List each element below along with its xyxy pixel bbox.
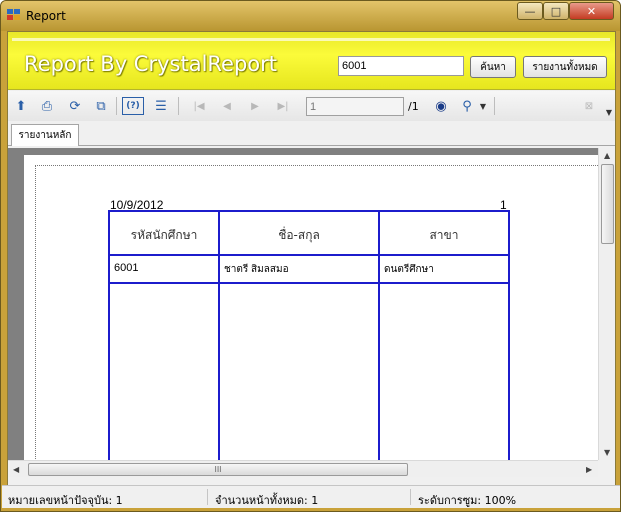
page-total-label: /1 <box>408 100 419 113</box>
page-title: Report By CrystalReport <box>24 52 278 76</box>
report-page: 10/9/2012 1 รหัสนักศึกษา ชื่อ-สกุล สาขา … <box>24 155 598 460</box>
column-header: สาขา <box>429 228 459 242</box>
header-divider <box>12 38 610 41</box>
column-header: รหัสนักศึกษา <box>130 228 198 242</box>
report-tabs: รายงานหลัก <box>8 122 615 146</box>
close-icon: ✕ <box>586 4 597 18</box>
first-page-icon[interactable]: |◀ <box>190 97 208 115</box>
table-line <box>108 282 510 284</box>
close-view-icon[interactable]: ⊠ <box>580 97 598 115</box>
status-divider <box>410 489 411 505</box>
last-page-icon[interactable]: ▶| <box>274 97 292 115</box>
zoom-level-status: ระดับการซูม: 100% <box>418 494 517 507</box>
scroll-right-icon[interactable]: ▶ <box>586 465 592 474</box>
refresh-icon[interactable]: ⟳ <box>66 97 84 115</box>
export-icon[interactable]: ⬆ <box>12 97 30 115</box>
vertical-scroll-thumb[interactable] <box>601 164 614 244</box>
scroll-down-icon[interactable]: ▼ <box>604 448 610 457</box>
app-icon <box>7 9 20 20</box>
table-line <box>218 210 220 460</box>
viewer-toolbar: ⬆ ⎙ ⟳ ⧉ (?) ☰ |◀ ◀ ▶ ▶| /1 ◉ ⚲ ▼ ⊠ ▼ <box>8 91 615 121</box>
table-line <box>108 254 510 256</box>
print-icon[interactable]: ⎙ <box>38 97 56 115</box>
minimize-icon: — <box>524 4 536 18</box>
tab-main-report[interactable]: รายงานหลัก <box>11 124 79 146</box>
search-button[interactable]: ค้นหา <box>470 56 516 78</box>
table-line <box>508 210 510 460</box>
current-page-status: หมายเลขหน้าปัจจุบัน: 1 <box>8 494 123 507</box>
toolbar-separator <box>494 97 495 115</box>
toolbar-separator <box>116 97 117 115</box>
title-bar[interactable]: Report — □ ✕ <box>1 1 620 31</box>
scroll-up-icon[interactable]: ▲ <box>604 151 610 160</box>
page-number-input[interactable] <box>306 97 404 116</box>
horizontal-scroll-thumb[interactable]: III <box>28 463 408 476</box>
table-line <box>108 210 110 460</box>
maximize-icon: □ <box>550 4 562 18</box>
close-button[interactable]: ✕ <box>569 2 614 20</box>
horizontal-scrollbar[interactable]: ◀ III ▶ <box>8 460 598 477</box>
window-title: Report <box>26 9 66 23</box>
next-page-icon[interactable]: ▶ <box>246 97 264 115</box>
previous-page-icon[interactable]: ◀ <box>218 97 236 115</box>
status-bar: หมายเลขหน้าปัจจุบัน: 1 จำนวนหน้าทั้งหมด:… <box>2 485 620 508</box>
report-window: Report — □ ✕ Report By CrystalReport ค้น… <box>0 0 621 512</box>
toolbar-overflow-icon[interactable]: ▼ <box>600 103 618 121</box>
table-line <box>108 210 510 212</box>
maximize-button[interactable]: □ <box>543 2 569 20</box>
table-cell: 6001 <box>114 262 139 274</box>
client-area: Report By CrystalReport ค้นหา รายงานทั้ง… <box>2 31 620 508</box>
scroll-grip: III <box>214 465 222 474</box>
help-icon[interactable]: (?) <box>122 97 144 115</box>
find-text-icon[interactable]: ◉ <box>432 97 450 115</box>
table-cell: ชาตรี สิมลสมอ <box>224 264 289 275</box>
report-table: รหัสนักศึกษา ชื่อ-สกุล สาขา 6001 ชาตรี ส… <box>108 210 510 460</box>
copy-icon[interactable]: ⧉ <box>92 97 110 115</box>
status-divider <box>207 489 208 505</box>
table-line <box>378 210 380 460</box>
report-viewer: 10/9/2012 1 รหัสนักศึกษา ชื่อ-สกุล สาขา … <box>8 148 598 460</box>
all-report-button[interactable]: รายงานทั้งหมด <box>523 56 607 78</box>
table-cell: ดนตรีศึกษา <box>384 264 434 275</box>
total-pages-status: จำนวนหน้าทั้งหมด: 1 <box>215 494 319 507</box>
minimize-button[interactable]: — <box>517 2 543 20</box>
zoom-dropdown-chevron-icon[interactable]: ▼ <box>474 97 492 115</box>
scroll-left-icon[interactable]: ◀ <box>13 465 19 474</box>
toolbar-separator <box>178 97 179 115</box>
report-header-panel: Report By CrystalReport ค้นหา รายงานทั้ง… <box>8 32 615 90</box>
column-header: ชื่อ-สกุล <box>278 228 320 242</box>
group-tree-icon[interactable]: ☰ <box>152 97 170 115</box>
student-id-search-input[interactable] <box>338 56 464 76</box>
vertical-scrollbar[interactable]: ▲ ▼ <box>598 148 615 460</box>
